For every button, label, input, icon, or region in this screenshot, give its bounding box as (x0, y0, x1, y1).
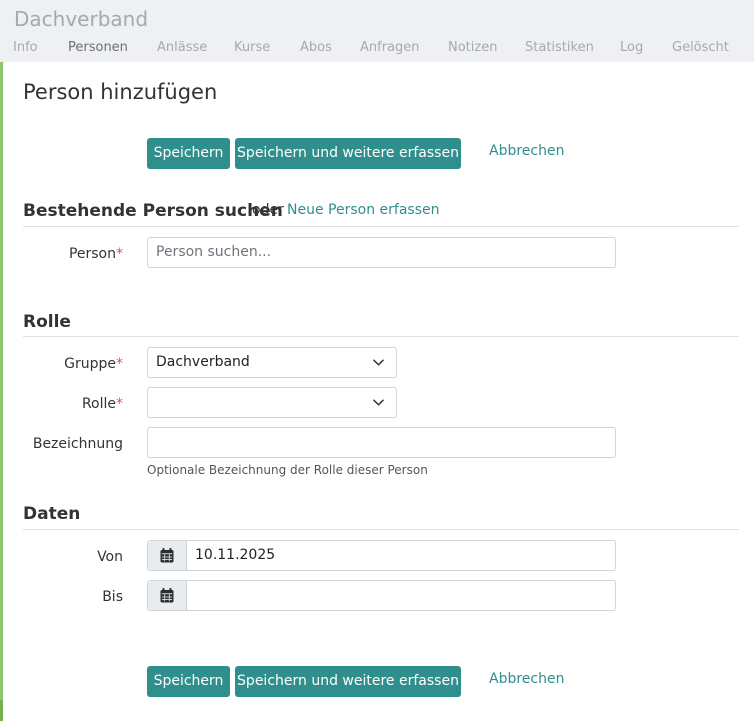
from-label: Von (97, 549, 123, 565)
tab-abos[interactable]: Abos (300, 40, 332, 55)
from-date-calendar-addon[interactable] (148, 541, 187, 570)
save-and-new-button-top[interactable]: Speichern und weitere erfassen (235, 138, 461, 169)
tab-statistiken[interactable]: Statistiken (525, 40, 594, 55)
page-title: Person hinzufügen (23, 80, 218, 104)
calendar-icon (160, 548, 174, 563)
group-select[interactable]: Dachverband (147, 347, 397, 378)
save-button-top[interactable]: Speichern (147, 138, 230, 169)
role-section-title: Rolle (23, 312, 71, 332)
main-tabs: Info Personen Anlässe Kurse Abos Anfrage… (0, 40, 754, 62)
to-date-field[interactable] (147, 580, 616, 611)
to-label: Bis (102, 589, 123, 605)
tab-kurse[interactable]: Kurse (234, 40, 270, 55)
designation-input[interactable] (147, 427, 616, 458)
to-date-calendar-addon[interactable] (148, 581, 187, 610)
tab-geloescht[interactable]: Gelöscht (672, 40, 729, 55)
tab-notizen[interactable]: Notizen (448, 40, 497, 55)
group-label: Gruppe* (64, 356, 123, 372)
chevron-down-icon (373, 399, 384, 406)
tab-info[interactable]: Info (13, 40, 38, 55)
calendar-icon (160, 588, 174, 603)
dates-section-title: Daten (23, 504, 81, 524)
chevron-down-icon (373, 359, 384, 366)
org-title: Dachverband (14, 7, 149, 31)
role-select[interactable] (147, 387, 397, 418)
save-and-new-button-bottom[interactable]: Speichern und weitere erfassen (235, 666, 461, 697)
group-select-value: Dachverband (156, 354, 250, 370)
tab-anlaesse[interactable]: Anlässe (157, 40, 207, 55)
section-divider (23, 226, 739, 227)
from-date-value: 10.11.2025 (195, 547, 276, 563)
new-person-link[interactable]: Neue Person erfassen (287, 202, 439, 218)
cancel-link-bottom[interactable]: Abbrechen (489, 671, 564, 687)
tab-log[interactable]: Log (620, 40, 643, 55)
content-card: Person hinzufügen Speichern Speichern un… (3, 62, 754, 721)
designation-help-text: Optionale Bezeichnung der Rolle dieser P… (147, 463, 428, 477)
from-date-field[interactable]: 10.11.2025 (147, 540, 616, 571)
tab-anfragen[interactable]: Anfragen (360, 40, 420, 55)
designation-label: Bezeichnung (32, 436, 123, 452)
or-text: oder (252, 202, 284, 218)
role-label: Rolle* (81, 396, 123, 412)
person-label: Person* (68, 246, 123, 262)
search-section-title: Bestehende Person suchen (23, 201, 283, 221)
cancel-link-top[interactable]: Abbrechen (489, 143, 564, 159)
section-divider (23, 336, 739, 337)
save-button-bottom[interactable]: Speichern (147, 666, 230, 697)
tab-personen[interactable]: Personen (68, 40, 128, 55)
person-search-input[interactable]: Person suchen... (147, 237, 616, 268)
section-divider (23, 529, 739, 530)
